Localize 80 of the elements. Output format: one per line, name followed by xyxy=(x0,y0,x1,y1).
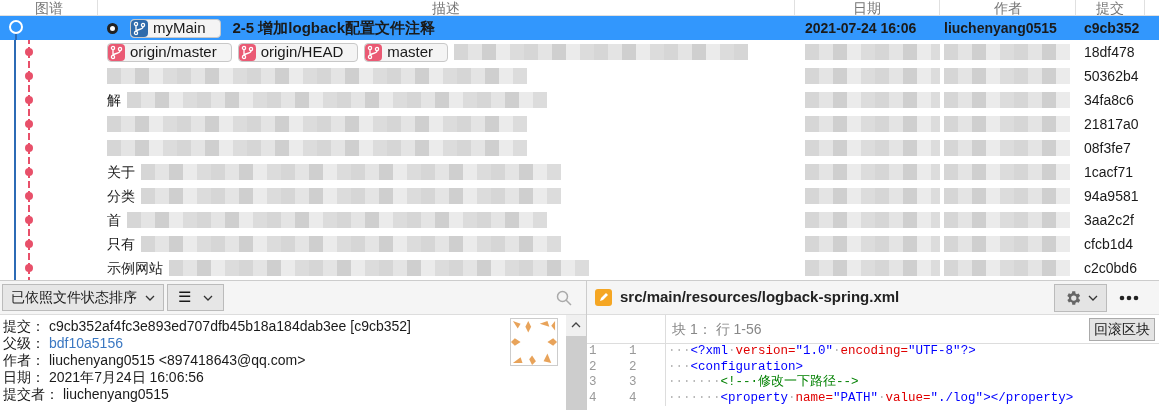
branch-tag[interactable]: origin/HEAD xyxy=(237,42,359,62)
column-header[interactable]: 日期 xyxy=(853,1,881,15)
code-line: ···<?xml·version="1.0"·encoding="UTF-8"?> xyxy=(667,344,976,360)
commit-hash: 18df478 xyxy=(1084,43,1135,60)
settings-dropdown[interactable] xyxy=(1054,283,1107,312)
branch-icon xyxy=(108,43,125,61)
column-header[interactable]: 作者 xyxy=(993,1,1022,15)
file-path: src/main/resources/logback-spring.xml xyxy=(620,287,900,308)
commit-hash: 08f3fe7 xyxy=(1084,139,1131,156)
commit-hash: 1cacf71 xyxy=(1084,163,1134,180)
line-number: 3 xyxy=(588,375,598,391)
chevron-down-icon xyxy=(1087,294,1098,301)
detail-label: 日期： xyxy=(3,369,45,386)
chevron-down-icon xyxy=(203,294,213,301)
detail-value: liuchenyang0515 <897418643@qq.com> xyxy=(49,352,306,369)
commit-row[interactable]: 50362b4 xyxy=(0,64,1159,88)
commit-author: liuchenyang0515 xyxy=(944,19,1057,36)
commit-row[interactable]: 关于 1cacf71 xyxy=(0,160,1159,184)
parent-link[interactable]: bdf10a5156 xyxy=(49,335,123,352)
commit-hash: 94a9581 xyxy=(1084,187,1139,204)
scrollbar[interactable] xyxy=(566,315,586,410)
code-line: ···<configuration> xyxy=(667,359,804,374)
commit-message: 分类 xyxy=(107,186,135,206)
detail-label: 父级： xyxy=(3,335,45,352)
commit-row[interactable]: 解 34fa8c6 xyxy=(0,88,1159,112)
code-line: ·······<property·name="PATH"·value="./log"></property> xyxy=(667,390,1074,406)
commit-hash: 3aa2c2f xyxy=(1084,211,1134,228)
line-number: 3 xyxy=(628,375,637,391)
column-header[interactable]: 提交 xyxy=(1096,1,1124,15)
avatar-icon xyxy=(510,318,558,366)
pencil-icon xyxy=(595,289,612,306)
view-mode-dropdown[interactable]: ☰ xyxy=(167,284,224,311)
branch-icon xyxy=(131,19,148,37)
commit-message: 2-5 增加logback配置文件注释 xyxy=(232,17,436,38)
sort-dropdown[interactable]: 已依照文件状态排序 xyxy=(2,284,164,311)
commit-row[interactable]: 分类 94a9581 xyxy=(0,184,1159,208)
detail-value: liuchenyang0515 xyxy=(63,386,169,403)
line-number: 2 xyxy=(628,359,637,375)
branch-icon xyxy=(365,43,383,61)
commit-message: 关于 xyxy=(107,162,135,182)
chevron-up-icon[interactable] xyxy=(571,322,581,328)
line-number: 4 xyxy=(588,390,598,406)
line-number: 2 xyxy=(588,359,598,375)
branch-icon xyxy=(238,43,256,61)
branch-tag[interactable]: myMain xyxy=(130,18,221,38)
branch-tag[interactable]: origin/master xyxy=(107,42,232,62)
detail-value: 2021年7月24日 16:06:56 xyxy=(49,369,204,386)
revert-hunk-button[interactable]: 回滚区块 xyxy=(1089,317,1155,341)
column-header[interactable]: 图谱 xyxy=(34,1,63,15)
commit-hash: 21817a0 xyxy=(1084,115,1139,132)
commit-message: 示例网站 xyxy=(107,258,163,278)
commit-row[interactable]: 21817a0 xyxy=(0,112,1159,136)
commit-date: 2021-07-24 16:06 xyxy=(805,19,917,36)
detail-label: 提交者： xyxy=(3,386,59,403)
line-number: 4 xyxy=(628,390,637,406)
commit-hash: c2c0bd6 xyxy=(1084,259,1137,276)
chevron-down-icon xyxy=(145,294,155,301)
hunk-header: 块 1： 行 1-56 xyxy=(671,319,762,339)
more-icon[interactable] xyxy=(1119,294,1139,301)
commit-hash: 50362b4 xyxy=(1084,67,1139,84)
detail-label: 提交： xyxy=(3,318,45,335)
commit-hash: cfcb1d4 xyxy=(1084,235,1134,252)
commit-row[interactable]: 示例网站 c2c0bd6 xyxy=(0,256,1159,280)
commit-hash: c9cb352 xyxy=(1084,19,1140,36)
commit-message: 解 xyxy=(107,90,121,110)
line-number: 1 xyxy=(588,344,598,360)
commit-row[interactable]: 只有 cfcb1d4 xyxy=(0,232,1159,256)
commit-row[interactable]: origin/master origin/HEAD master 18df478 xyxy=(0,40,1159,64)
commit-message: 首 xyxy=(107,210,121,230)
commit-message: 只有 xyxy=(107,234,135,254)
commit-hash: 34fa8c6 xyxy=(1084,91,1134,108)
code-line: ·······<!--·修改一下路径--> xyxy=(667,375,859,391)
column-header[interactable]: 描述 xyxy=(432,1,460,15)
line-number: 1 xyxy=(628,344,637,360)
commit-row[interactable]: 08f3fe7 xyxy=(0,136,1159,160)
detail-value: c9cb352af4fc3e893ed707dfb45b18a184dab3ee [c9cb352] xyxy=(49,318,411,335)
branch-tag[interactable]: master xyxy=(364,42,449,62)
detail-label: 作者： xyxy=(3,352,45,369)
commit-row[interactable]: 首 3aa2c2f xyxy=(0,208,1159,232)
commit-row[interactable]: myMain 2-5 增加logback配置文件注释 2021-07-24 16:06 liuchenyang0515 c9cb352 xyxy=(0,16,1159,40)
